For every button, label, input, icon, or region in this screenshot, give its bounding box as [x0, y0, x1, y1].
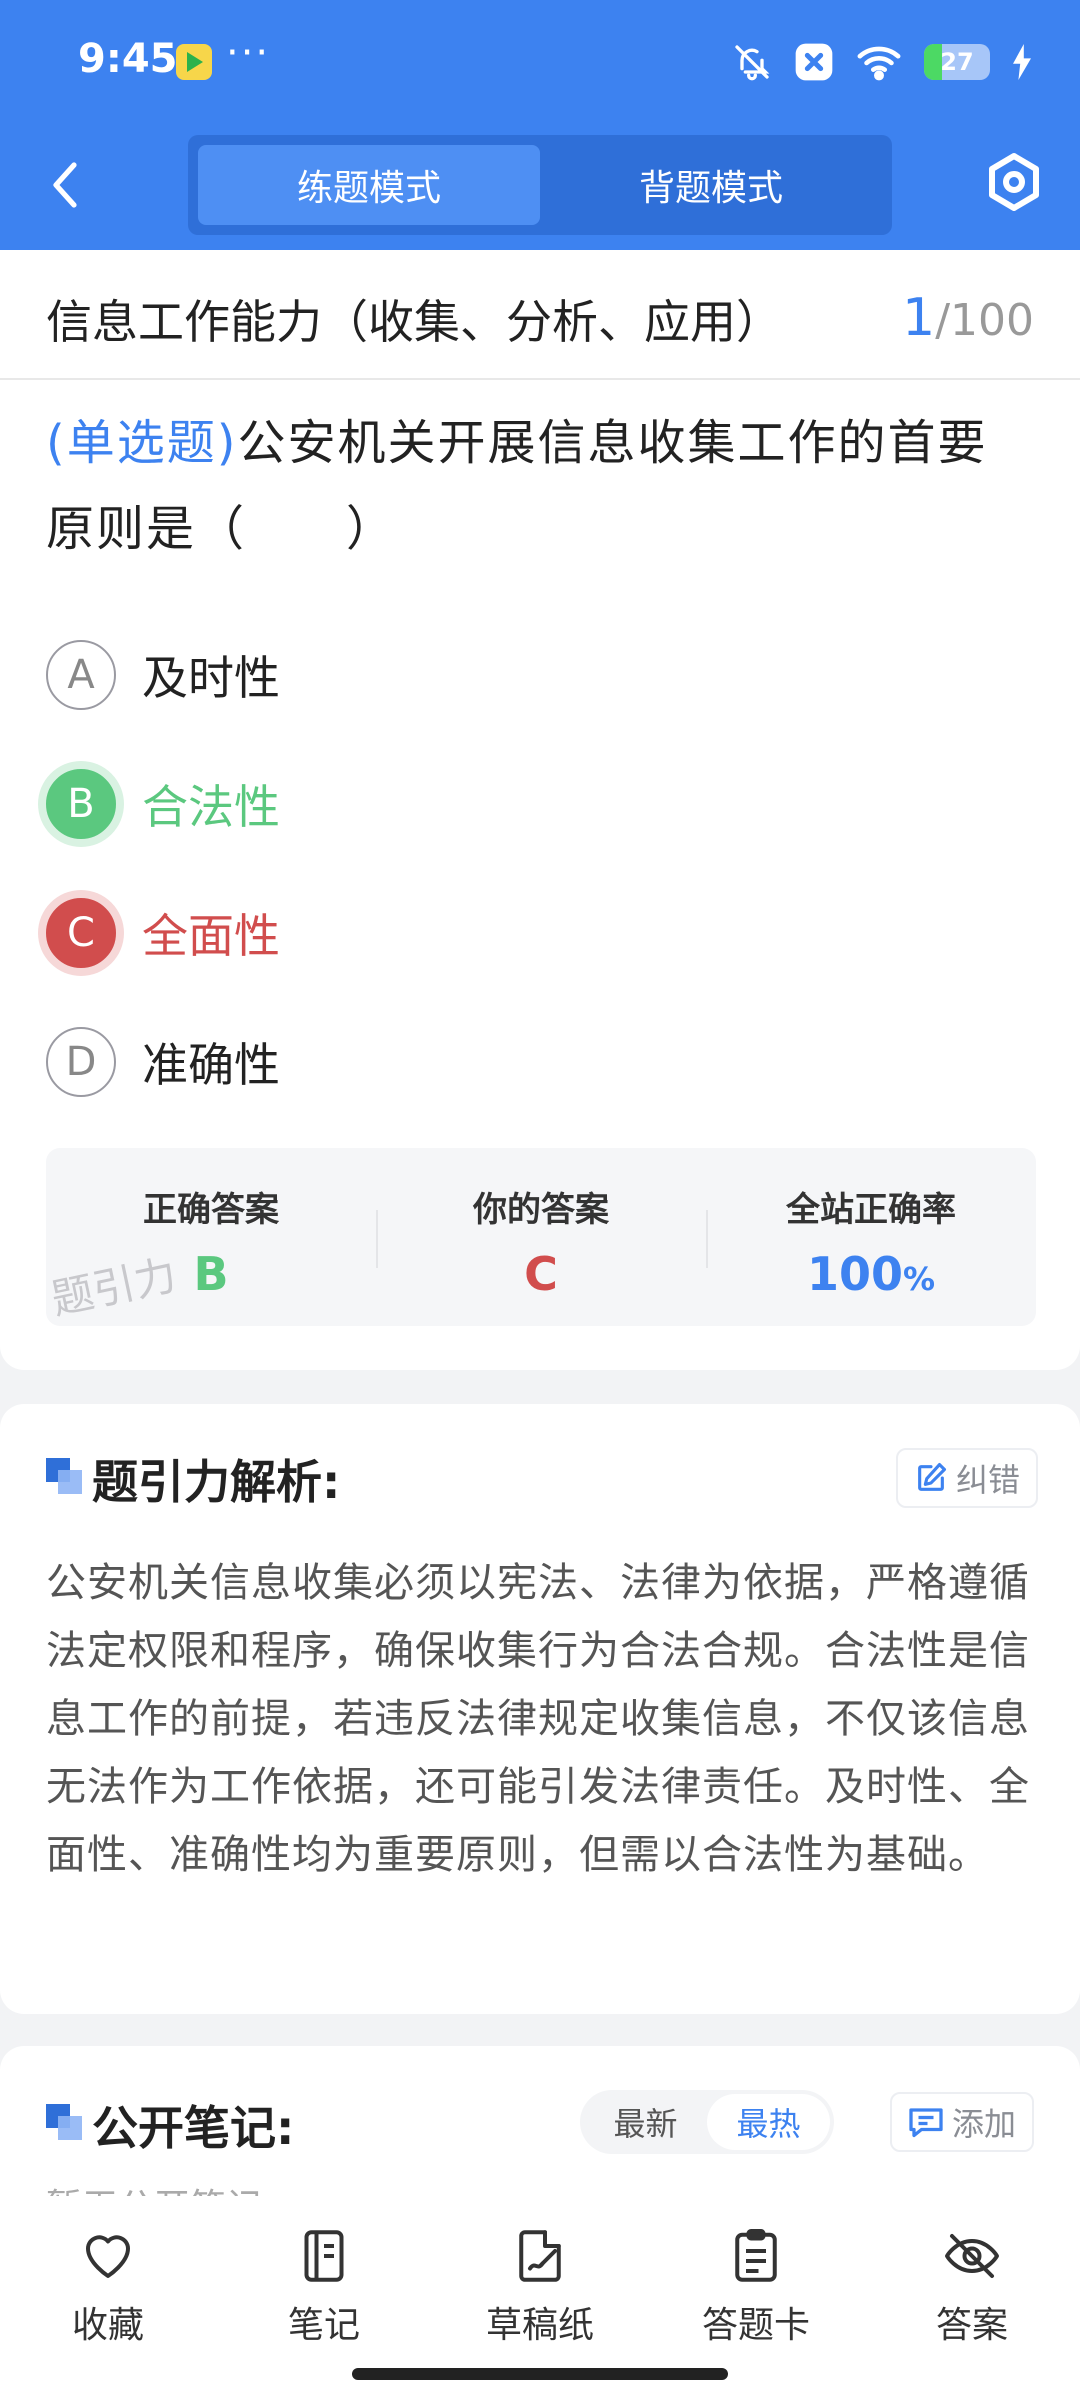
analysis-card: 题引力解析: 纠错 公安机关信息收集必须以宪法、法律为依据，严格遵循法定权限和程…: [0, 1404, 1080, 2014]
app-header: 9:45 ··· 27 练题模式 背题模式: [0, 0, 1080, 250]
option-a[interactable]: A 及时性: [46, 610, 1036, 739]
current-question-number: 1: [902, 288, 936, 348]
notes-sort-toggle: 最新 最热: [580, 2090, 834, 2154]
settings-button[interactable]: [984, 150, 1044, 216]
answer-summary: 正确答案 B 题引力 你的答案 C 全站正确率 100%: [46, 1148, 1036, 1326]
battery-indicator: 27: [924, 44, 990, 80]
status-bar: 9:45 ··· 27: [0, 0, 1080, 125]
option-text: 准确性: [142, 1037, 280, 1092]
option-c[interactable]: C 全面性: [46, 868, 1036, 997]
bell-off-icon: [735, 45, 770, 81]
chevron-left-icon: [53, 162, 77, 208]
analysis-title: 题引力解析:: [92, 1455, 341, 1509]
notes-title: 公开笔记:: [92, 2101, 295, 2155]
option-letter: A: [46, 639, 116, 710]
correct-answer-label: 正确答案: [143, 1190, 279, 1230]
question-stem: (单选题)公安机关开展信息收集工作的首要原则是（ ）: [46, 400, 1036, 572]
notes-label: 笔记: [287, 2305, 360, 2346]
option-letter: C: [46, 897, 116, 968]
option-b[interactable]: B 合法性: [46, 739, 1036, 868]
option-letter: D: [46, 1026, 116, 1097]
your-answer-value: C: [524, 1247, 558, 1301]
favorite-label: 收藏: [71, 2305, 144, 2346]
analysis-text: 公安机关信息收集必须以宪法、法律为依据，严格遵循法定权限和程序，确保收集行为合法…: [46, 1560, 1030, 1878]
accuracy-rate-column: 全站正确率 100%: [706, 1148, 1036, 1326]
question-card: 信息工作能力（收集、分析、应用） 1/100 (单选题)公安机关开展信息收集工作…: [0, 250, 1080, 1370]
status-more-indicator: ···: [226, 30, 271, 76]
section-title: 信息工作能力（收集、分析、应用）: [46, 295, 782, 349]
section-squares-icon: [46, 1458, 82, 1494]
draft-paper-icon: [519, 2230, 561, 2282]
mode-switch: 练题模式 背题模式: [188, 135, 892, 235]
tab-practice-mode[interactable]: 练题模式: [198, 145, 540, 225]
your-answer-column: 你的答案 C: [376, 1148, 706, 1326]
show-answer-button[interactable]: 答案: [864, 2196, 1080, 2400]
option-text: 合法性: [142, 779, 280, 834]
tab-memorize-mode[interactable]: 背题模式: [540, 145, 882, 225]
edit-icon: [918, 1462, 947, 1491]
status-time: 9:45: [78, 36, 178, 82]
app-notification-icon: [176, 44, 212, 80]
draft-paper-label: 草稿纸: [485, 2305, 594, 2346]
question-title-row: 信息工作能力（收集、分析、应用） 1/100: [0, 250, 1080, 380]
sort-latest[interactable]: 最新: [584, 2094, 707, 2150]
option-d[interactable]: D 准确性: [46, 997, 1036, 1126]
section-squares-icon: [46, 2104, 82, 2140]
battery-percent: 27: [940, 48, 974, 76]
option-text: 全面性: [142, 908, 280, 963]
report-error-label: 纠错: [956, 1461, 1021, 1499]
option-letter: B: [46, 768, 116, 839]
back-button[interactable]: [40, 155, 90, 215]
answer-card-icon: [735, 2229, 777, 2282]
show-answer-label: 答案: [935, 2305, 1008, 2346]
correct-answer-column: 正确答案 B 题引力: [46, 1148, 376, 1326]
answer-card-label: 答题卡: [701, 2305, 810, 2346]
comment-icon: [909, 2108, 943, 2138]
option-text: 及时性: [142, 650, 280, 705]
status-icons: 27: [732, 40, 1032, 84]
charging-icon: [1013, 44, 1031, 80]
settings-hexagon-icon: [989, 153, 1039, 211]
report-error-button[interactable]: 纠错: [896, 1448, 1039, 1508]
total-question-count: /100: [935, 295, 1034, 346]
eye-off-icon: [945, 2234, 999, 2278]
add-note-label: 添加: [952, 2105, 1017, 2143]
question-progress[interactable]: 1/100: [902, 288, 1034, 348]
sort-hottest[interactable]: 最热: [707, 2094, 830, 2150]
accuracy-rate-value: 100%: [706, 1247, 1036, 1301]
app-close-notification-icon: [795, 43, 833, 81]
heart-icon: [86, 2235, 130, 2278]
home-indicator[interactable]: [352, 2368, 728, 2380]
answer-options: A 及时性 B 合法性 C 全面性 D 准确性: [46, 610, 1036, 1126]
accuracy-rate-number: 100: [806, 1247, 903, 1301]
favorite-button[interactable]: 收藏: [0, 2196, 216, 2400]
add-note-button[interactable]: 添加: [890, 2092, 1035, 2152]
your-answer-label: 你的答案: [473, 1190, 609, 1230]
accuracy-rate-label: 全站正确率: [786, 1190, 956, 1230]
notebook-icon: [304, 2230, 344, 2282]
accuracy-rate-unit: %: [902, 1260, 936, 1298]
question-type-label: (单选题): [46, 415, 238, 471]
wifi-icon: [857, 46, 901, 81]
